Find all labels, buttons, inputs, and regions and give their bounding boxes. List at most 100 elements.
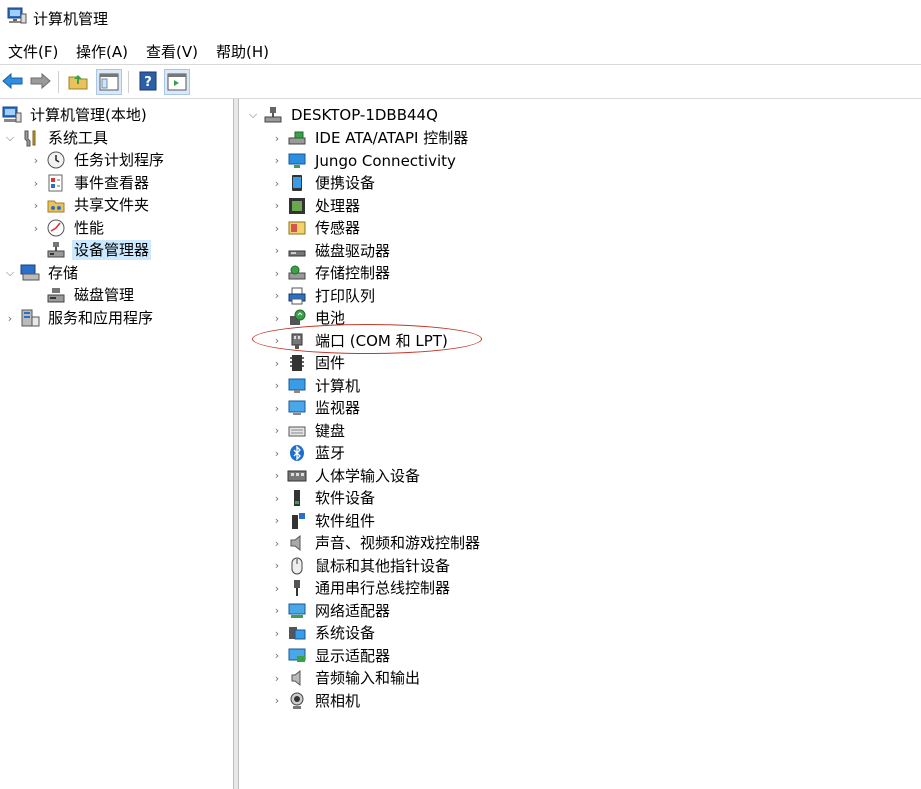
chevron-right-icon[interactable]: › xyxy=(271,559,283,572)
chevron-right-icon[interactable]: › xyxy=(30,154,42,167)
device-category-item[interactable]: › 软件组件 xyxy=(271,510,377,532)
device-category-item[interactable]: › 鼠标和其他指针设备 xyxy=(271,555,452,577)
device-category-item[interactable]: › 照相机 xyxy=(271,690,362,712)
chevron-right-icon[interactable]: › xyxy=(271,312,283,325)
menu-file[interactable]: 文件(F) xyxy=(8,41,58,62)
chevron-right-icon[interactable]: › xyxy=(271,604,283,617)
forward-arrow-icon[interactable] xyxy=(28,69,52,93)
chevron-down-icon[interactable]: ⌵ xyxy=(4,266,16,279)
device-category-item[interactable]: › 传感器 xyxy=(271,217,362,239)
tree-label: 设备管理器 xyxy=(72,240,152,260)
folder-up-icon[interactable] xyxy=(66,69,90,93)
sensor-icon xyxy=(287,218,307,238)
device-category-item[interactable]: › 蓝牙 xyxy=(271,442,347,464)
system-device-icon xyxy=(287,623,307,643)
toolbar: ? xyxy=(0,64,921,99)
port-icon xyxy=(287,331,307,351)
tree-item-performance[interactable]: › 性能 xyxy=(30,217,106,239)
device-category-item[interactable]: › Jungo Connectivity xyxy=(271,150,458,172)
device-category-item[interactable]: › 便携设备 xyxy=(271,172,377,194)
software-component-icon xyxy=(287,511,307,531)
chevron-right-icon[interactable]: › xyxy=(271,402,283,415)
device-category-label: Jungo Connectivity xyxy=(315,151,456,170)
chevron-right-icon[interactable]: › xyxy=(271,649,283,662)
chevron-right-icon[interactable]: › xyxy=(30,199,42,212)
device-category-item[interactable]: › 磁盘驱动器 xyxy=(271,240,392,262)
device-category-label: 键盘 xyxy=(315,421,346,440)
chevron-right-icon[interactable]: › xyxy=(271,289,283,302)
chevron-right-icon[interactable]: › xyxy=(271,334,283,347)
tree-item-task-scheduler[interactable]: › 任务计划程序 xyxy=(30,149,166,171)
device-category-label: 存储控制器 xyxy=(315,264,391,282)
services-icon xyxy=(20,308,40,328)
chevron-right-icon[interactable]: › xyxy=(271,694,283,707)
chevron-down-icon[interactable]: ⌵ xyxy=(247,108,259,121)
chevron-right-icon[interactable]: › xyxy=(30,177,42,190)
chevron-down-icon[interactable]: ⌵ xyxy=(4,131,16,144)
chevron-right-icon[interactable]: › xyxy=(271,132,283,145)
display-adapter-icon xyxy=(287,646,307,666)
device-root-computer[interactable]: ⌵ DESKTOP-1DBB44Q xyxy=(247,104,440,126)
chevron-right-icon[interactable]: › xyxy=(271,447,283,460)
menu-view[interactable]: 查看(V) xyxy=(146,41,198,62)
device-category-item[interactable]: › 软件设备 xyxy=(271,487,377,509)
tree-item-shared-folders[interactable]: › 共享文件夹 xyxy=(30,194,151,216)
tree-item-disk-management[interactable]: 磁盘管理 xyxy=(30,284,136,306)
chevron-right-icon[interactable]: › xyxy=(271,537,283,550)
shared-folder-icon xyxy=(46,195,66,215)
device-category-item[interactable]: › 监视器 xyxy=(271,397,362,419)
device-category-label: 计算机 xyxy=(315,376,361,395)
device-category-item[interactable]: › 打印队列 xyxy=(271,285,377,307)
chevron-right-icon[interactable]: › xyxy=(271,357,283,370)
device-category-item[interactable]: › 固件 xyxy=(271,352,347,374)
chevron-right-icon[interactable]: › xyxy=(30,222,42,235)
device-category-item[interactable]: › IDE ATA/ATAPI 控制器 xyxy=(271,127,470,149)
computer-management-icon xyxy=(7,7,27,25)
tree-item-event-viewer[interactable]: › 事件查看器 xyxy=(30,172,151,194)
show-hide-tree-icon[interactable] xyxy=(96,69,122,95)
tree-item-services-apps[interactable]: › 服务和应用程序 xyxy=(4,307,155,329)
device-category-item[interactable]: › 键盘 xyxy=(271,420,347,442)
device-category-item[interactable]: › 声音、视频和游戏控制器 xyxy=(271,532,482,554)
device-category-item[interactable]: › 端口 (COM 和 LPT) xyxy=(271,330,450,352)
firmware-icon xyxy=(287,353,307,373)
chevron-right-icon[interactable]: › xyxy=(271,267,283,280)
device-category-item[interactable]: › 存储控制器 xyxy=(271,262,392,284)
chevron-right-icon[interactable]: › xyxy=(271,672,283,685)
chevron-right-icon[interactable]: › xyxy=(271,244,283,257)
device-category-item[interactable]: › 人体学输入设备 xyxy=(271,465,422,487)
chevron-right-icon[interactable]: › xyxy=(271,379,283,392)
chevron-right-icon[interactable]: › xyxy=(271,222,283,235)
device-category-item[interactable]: › 音频输入和输出 xyxy=(271,667,422,689)
chevron-right-icon[interactable]: › xyxy=(271,627,283,640)
action-pane-icon[interactable] xyxy=(164,69,190,95)
device-category-item[interactable]: › 通用串行总线控制器 xyxy=(271,577,452,599)
tree-item-storage[interactable]: ⌵ 存储 xyxy=(4,262,80,284)
chevron-right-icon[interactable]: › xyxy=(271,177,283,190)
chevron-right-icon[interactable]: › xyxy=(271,514,283,527)
device-category-item[interactable]: › 电池 xyxy=(271,307,347,329)
keyboard-icon xyxy=(287,421,307,441)
device-category-item[interactable]: › 网络适配器 xyxy=(271,600,392,622)
chevron-right-icon[interactable]: › xyxy=(271,154,283,167)
device-category-item[interactable]: › 处理器 xyxy=(271,195,362,217)
tree-item-system-tools[interactable]: ⌵ 系统工具 xyxy=(4,127,110,149)
chevron-right-icon[interactable]: › xyxy=(271,199,283,212)
menu-help[interactable]: 帮助(H) xyxy=(216,41,269,62)
chevron-right-icon[interactable]: › xyxy=(271,469,283,482)
tree-item-device-manager[interactable]: 设备管理器 xyxy=(30,239,152,261)
device-category-item[interactable]: › 系统设备 xyxy=(271,622,377,644)
tree-item-root[interactable]: 计算机管理(本地) xyxy=(2,104,149,126)
back-arrow-icon[interactable] xyxy=(1,69,25,93)
device-category-item[interactable]: › 计算机 xyxy=(271,375,362,397)
help-icon[interactable]: ? xyxy=(136,69,160,93)
processor-icon xyxy=(287,196,307,216)
chevron-right-icon[interactable]: › xyxy=(4,312,16,325)
menu-action[interactable]: 操作(A) xyxy=(76,41,128,62)
computer-icon xyxy=(287,376,307,396)
chevron-right-icon[interactable]: › xyxy=(271,582,283,595)
monitor-icon xyxy=(287,398,307,418)
device-category-item[interactable]: › 显示适配器 xyxy=(271,645,392,667)
chevron-right-icon[interactable]: › xyxy=(271,424,283,437)
chevron-right-icon[interactable]: › xyxy=(271,492,283,505)
